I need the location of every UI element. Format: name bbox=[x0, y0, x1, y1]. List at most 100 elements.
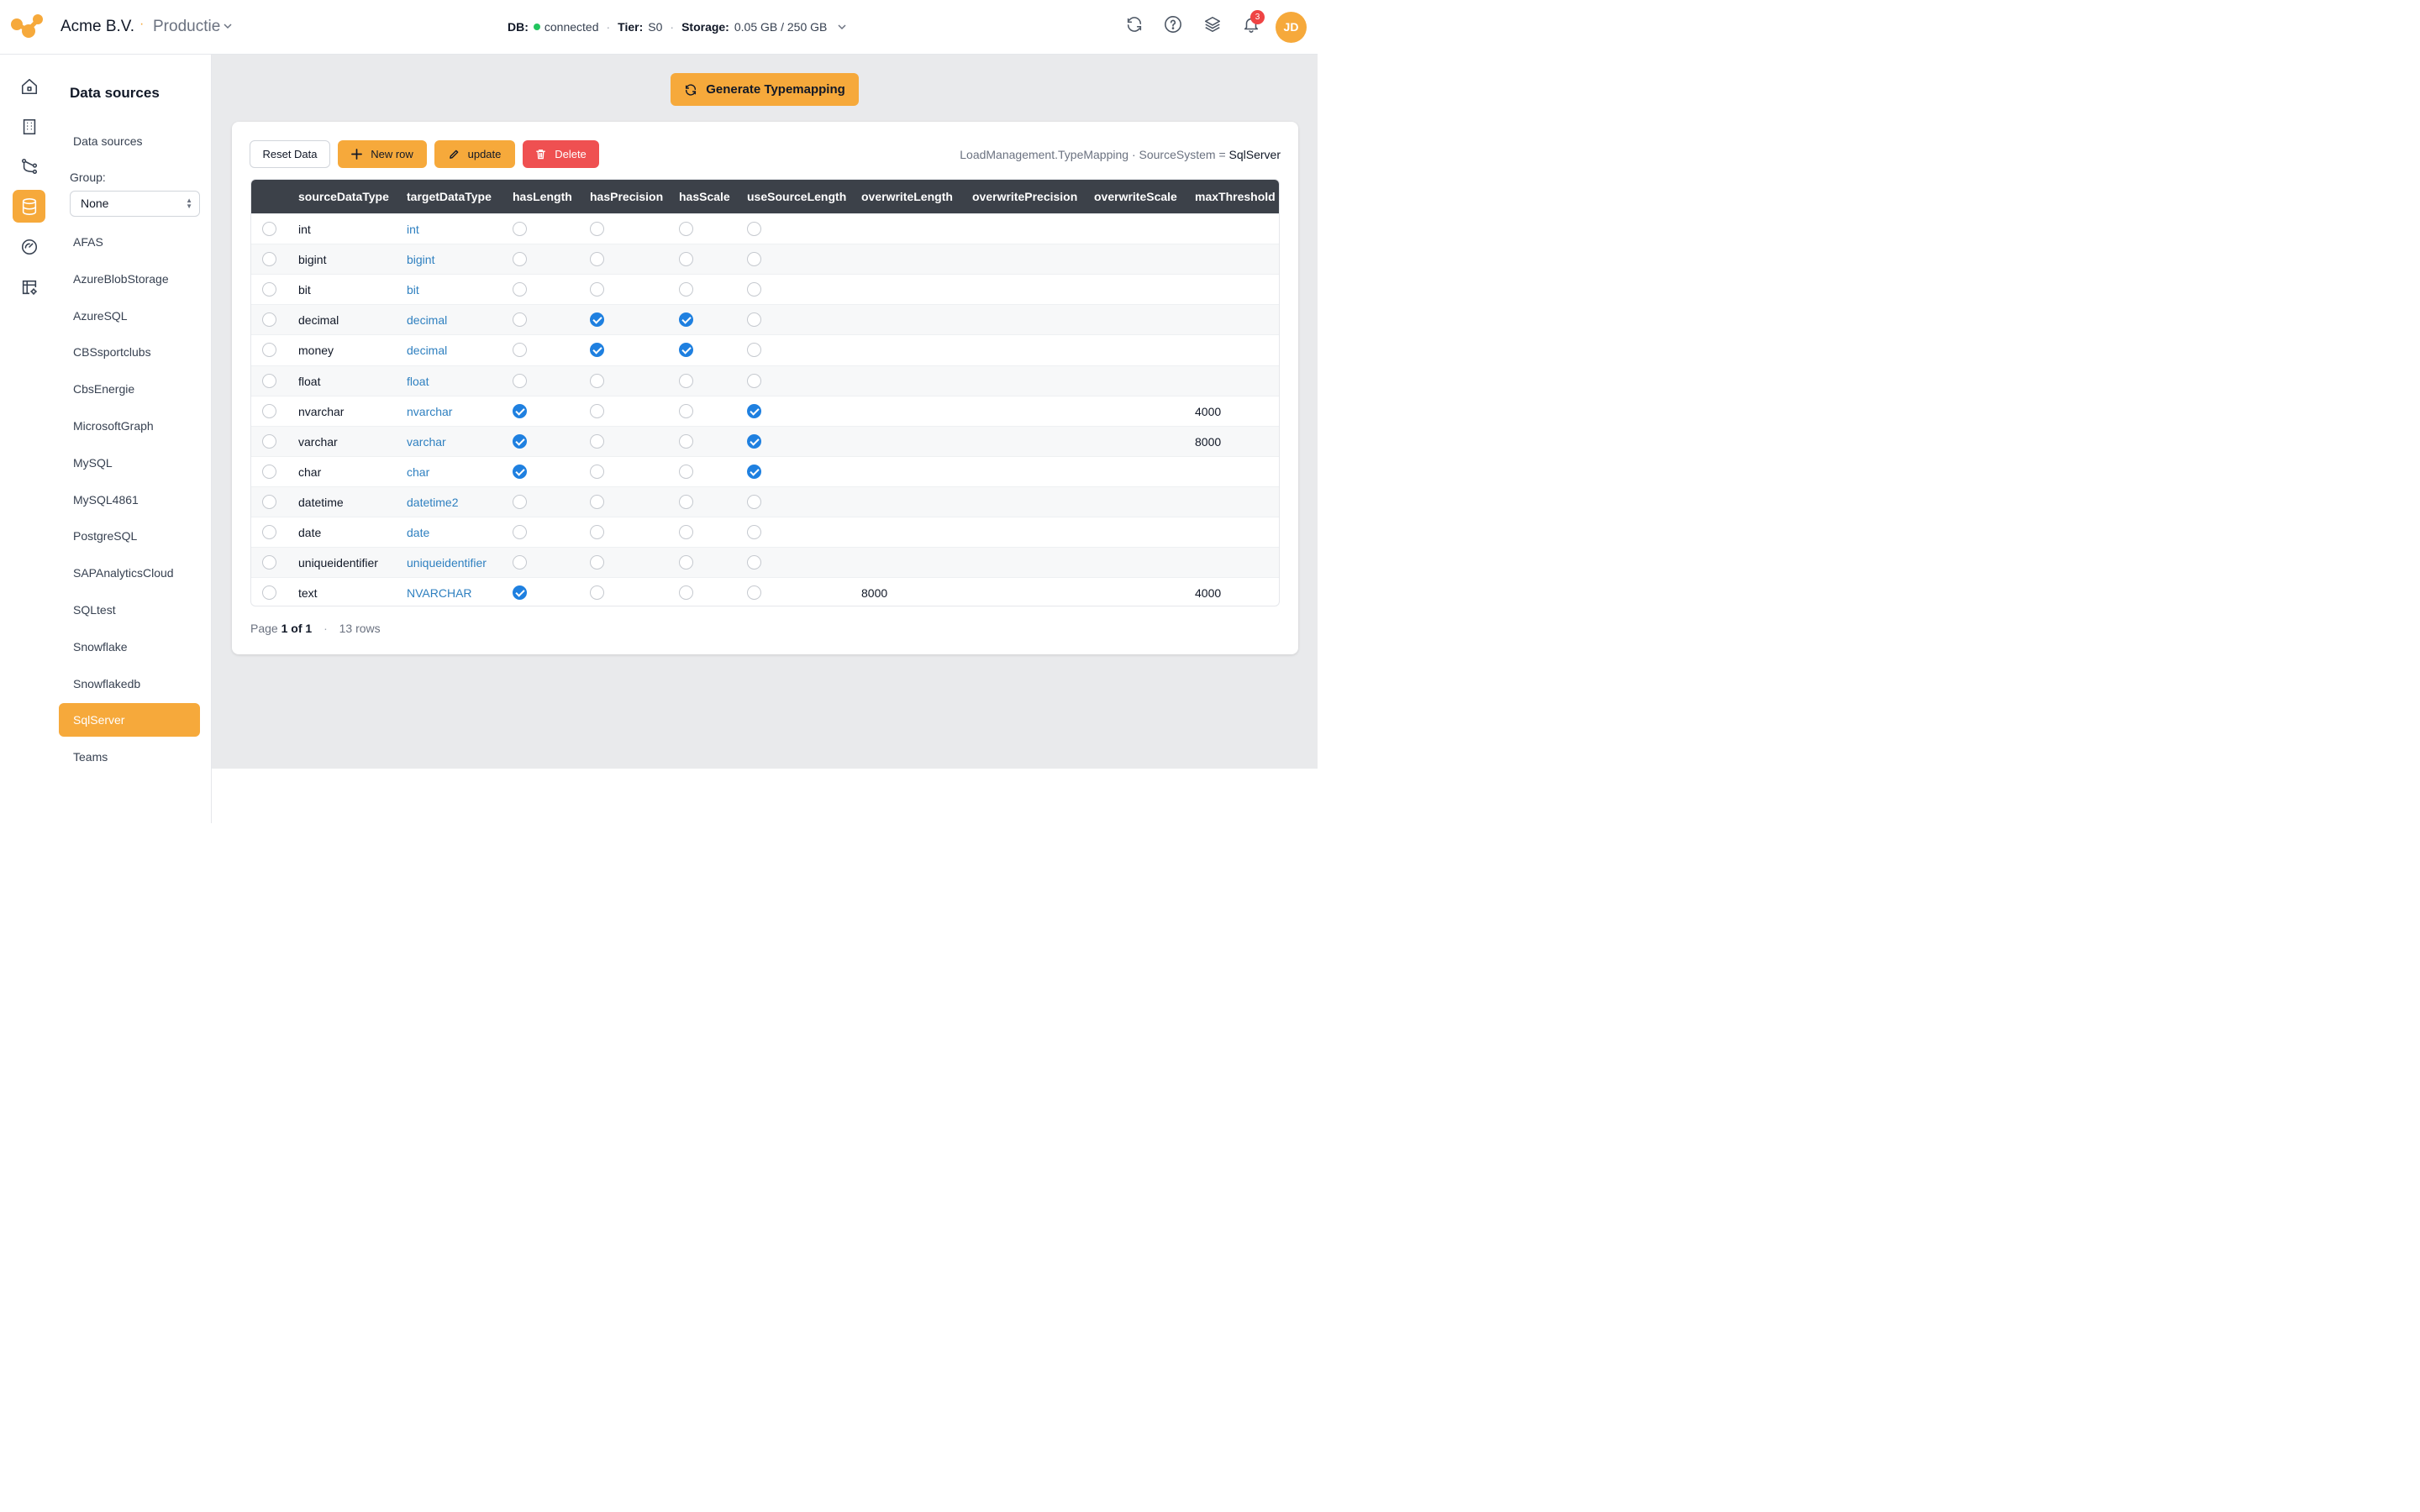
usesourcelength-checkbox[interactable] bbox=[747, 494, 761, 509]
row-select-radio[interactable] bbox=[262, 312, 276, 328]
haslength-checkbox[interactable] bbox=[513, 222, 527, 236]
table-row[interactable]: char char bbox=[251, 455, 1279, 486]
haslength-checkbox[interactable] bbox=[513, 433, 527, 449]
hasprecision-checkbox[interactable] bbox=[590, 433, 604, 449]
hasprecision-checkbox[interactable] bbox=[590, 282, 604, 297]
column-header-overwritescale[interactable]: overwriteScale bbox=[1094, 190, 1177, 203]
hasprecision-checkbox[interactable] bbox=[590, 464, 604, 479]
targetdatatype-cell[interactable]: date bbox=[407, 526, 429, 539]
hasscale-checkbox[interactable] bbox=[679, 585, 693, 601]
help-icon[interactable] bbox=[1164, 15, 1182, 34]
table-row[interactable]: text NVARCHAR 8000 4000 bbox=[251, 577, 1279, 606]
rail-organisation[interactable] bbox=[13, 110, 45, 143]
haslength-checkbox[interactable] bbox=[513, 525, 527, 539]
hasprecision-checkbox[interactable] bbox=[590, 525, 604, 539]
table-row[interactable]: money decimal bbox=[251, 334, 1279, 365]
hasprecision-checkbox[interactable] bbox=[590, 494, 604, 509]
targetdatatype-cell[interactable]: NVARCHAR bbox=[407, 586, 472, 600]
usesourcelength-checkbox[interactable] bbox=[747, 433, 761, 449]
column-header-overwriteprecision[interactable]: overwritePrecision bbox=[972, 190, 1077, 203]
sidebar-item-sqltest[interactable]: SQLtest bbox=[59, 593, 200, 627]
haslength-checkbox[interactable] bbox=[513, 464, 527, 479]
usesourcelength-checkbox[interactable] bbox=[747, 312, 761, 328]
haslength-checkbox[interactable] bbox=[513, 555, 527, 570]
targetdatatype-cell[interactable]: uniqueidentifier bbox=[407, 556, 487, 570]
rail-monitoring[interactable] bbox=[13, 230, 45, 263]
row-select-radio[interactable] bbox=[262, 222, 276, 236]
row-select-radio[interactable] bbox=[262, 585, 276, 601]
sidebar-item-azuresql[interactable]: AzureSQL bbox=[59, 299, 200, 333]
haslength-checkbox[interactable] bbox=[513, 312, 527, 328]
haslength-checkbox[interactable] bbox=[513, 373, 527, 388]
targetdatatype-cell[interactable]: int bbox=[407, 223, 419, 236]
targetdatatype-cell[interactable]: float bbox=[407, 375, 429, 388]
table-row[interactable]: nvarchar nvarchar 4000 bbox=[251, 395, 1279, 426]
sidebar-item-snowflake[interactable]: Snowflake bbox=[59, 630, 200, 664]
sidebar-item-microsoftgraph[interactable]: MicrosoftGraph bbox=[59, 409, 200, 443]
haslength-checkbox[interactable] bbox=[513, 343, 527, 358]
hasscale-checkbox[interactable] bbox=[679, 494, 693, 509]
hasscale-checkbox[interactable] bbox=[679, 282, 693, 297]
sidebar-item-sqlserver[interactable]: SqlServer bbox=[59, 703, 200, 738]
column-header-hasprecision[interactable]: hasPrecision bbox=[590, 190, 663, 203]
row-select-radio[interactable] bbox=[262, 403, 276, 418]
rail-home[interactable] bbox=[13, 70, 45, 102]
layers-icon[interactable] bbox=[1203, 15, 1222, 34]
rail-pipelines[interactable] bbox=[13, 150, 45, 182]
sidebar-item-snowflakedb[interactable]: Snowflakedb bbox=[59, 667, 200, 701]
environment-selector[interactable]: Productie bbox=[153, 18, 220, 36]
app-logo-icon[interactable] bbox=[10, 13, 44, 39]
row-select-radio[interactable] bbox=[262, 252, 276, 267]
hasscale-checkbox[interactable] bbox=[679, 252, 693, 267]
sidebar-item-cbsenergie[interactable]: CbsEnergie bbox=[59, 372, 200, 406]
sidebar-item-afas[interactable]: AFAS bbox=[59, 225, 200, 259]
rail-data-sources[interactable] bbox=[13, 190, 45, 223]
hasprecision-checkbox[interactable] bbox=[590, 403, 604, 418]
hasscale-checkbox[interactable] bbox=[679, 373, 693, 388]
table-row[interactable]: datetime datetime2 bbox=[251, 486, 1279, 517]
targetdatatype-cell[interactable]: bigint bbox=[407, 253, 434, 266]
targetdatatype-cell[interactable]: varchar bbox=[407, 435, 446, 449]
usesourcelength-checkbox[interactable] bbox=[747, 525, 761, 539]
table-row[interactable]: bit bit bbox=[251, 274, 1279, 304]
table-row[interactable]: int int bbox=[251, 213, 1279, 244]
sidebar-item-postgresql[interactable]: PostgreSQL bbox=[59, 519, 200, 553]
hasscale-checkbox[interactable] bbox=[679, 555, 693, 570]
sidebar-item-mysql[interactable]: MySQL bbox=[59, 446, 200, 480]
sidebar-link-data-sources[interactable]: Data sources bbox=[73, 134, 142, 148]
rail-table-settings[interactable] bbox=[13, 270, 45, 303]
column-header-overwritelength[interactable]: overwriteLength bbox=[861, 190, 953, 203]
row-select-radio[interactable] bbox=[262, 433, 276, 449]
hasscale-checkbox[interactable] bbox=[679, 525, 693, 539]
usesourcelength-checkbox[interactable] bbox=[747, 222, 761, 236]
column-header-hasscale[interactable]: hasScale bbox=[679, 190, 730, 203]
table-row[interactable]: decimal decimal bbox=[251, 304, 1279, 335]
hasscale-checkbox[interactable] bbox=[679, 433, 693, 449]
column-header-targetdatatype[interactable]: targetDataType bbox=[407, 190, 492, 203]
column-header-sourcedatatype[interactable]: sourceDataType bbox=[298, 190, 389, 203]
table-row[interactable]: bigint bigint bbox=[251, 244, 1279, 275]
targetdatatype-cell[interactable]: bit bbox=[407, 283, 419, 297]
haslength-checkbox[interactable] bbox=[513, 403, 527, 418]
hasprecision-checkbox[interactable] bbox=[590, 585, 604, 601]
haslength-checkbox[interactable] bbox=[513, 252, 527, 267]
usesourcelength-checkbox[interactable] bbox=[747, 585, 761, 601]
hasscale-checkbox[interactable] bbox=[679, 464, 693, 479]
sidebar-item-teams[interactable]: Teams bbox=[59, 740, 200, 774]
chevron-down-icon[interactable] bbox=[223, 21, 233, 31]
haslength-checkbox[interactable] bbox=[513, 585, 527, 601]
hasprecision-checkbox[interactable] bbox=[590, 343, 604, 358]
column-header-haslength[interactable]: hasLength bbox=[513, 190, 572, 203]
sidebar-item-sapanalyticscloud[interactable]: SAPAnalyticsCloud bbox=[59, 556, 200, 590]
table-row[interactable]: uniqueidentifier uniqueidentifier bbox=[251, 547, 1279, 578]
targetdatatype-cell[interactable]: datetime2 bbox=[407, 496, 458, 509]
sidebar-item-azureblobstorage[interactable]: AzureBlobStorage bbox=[59, 262, 200, 296]
row-select-radio[interactable] bbox=[262, 555, 276, 570]
sidebar-item-cbssportclubs[interactable]: CBSsportclubs bbox=[59, 335, 200, 369]
hasprecision-checkbox[interactable] bbox=[590, 373, 604, 388]
group-select[interactable]: None ▲ ▼ bbox=[70, 191, 200, 217]
targetdatatype-cell[interactable]: decimal bbox=[407, 313, 447, 327]
usesourcelength-checkbox[interactable] bbox=[747, 343, 761, 358]
usesourcelength-checkbox[interactable] bbox=[747, 373, 761, 388]
table-row[interactable]: varchar varchar 8000 bbox=[251, 425, 1279, 456]
